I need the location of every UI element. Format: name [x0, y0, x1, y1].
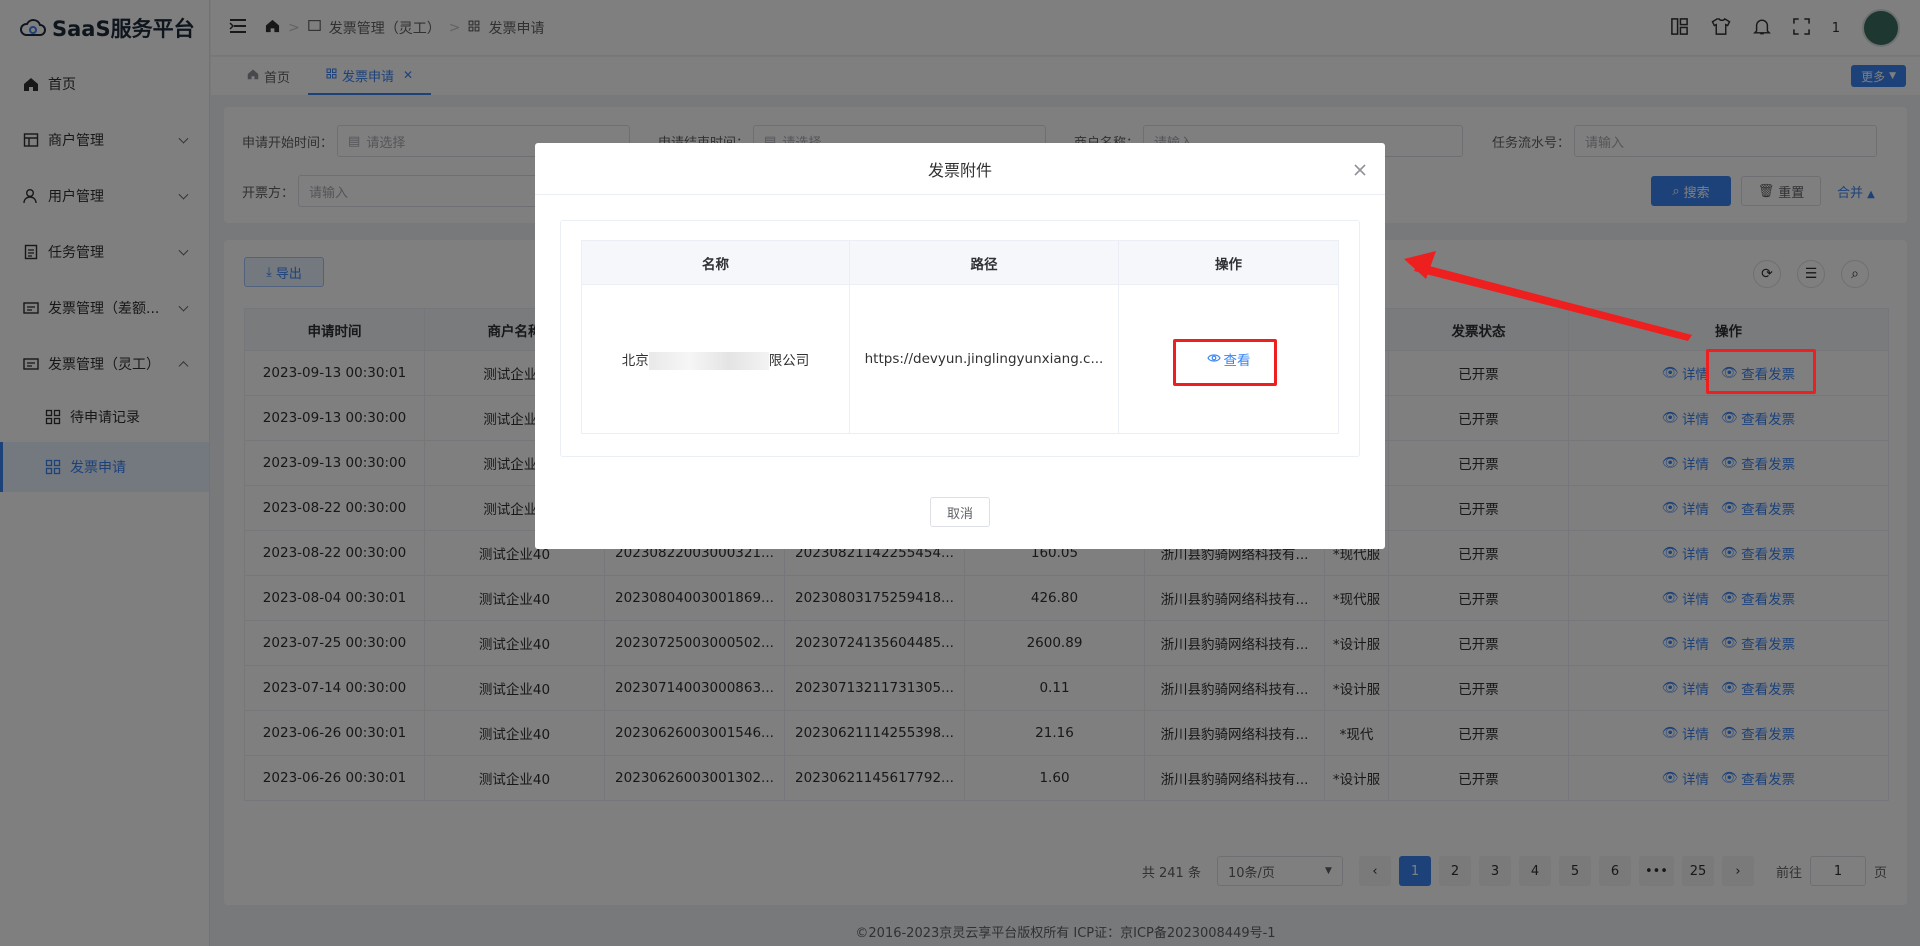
annotation-highlight-view-invoice	[1706, 349, 1816, 394]
col-action-header: 操作	[1118, 240, 1339, 285]
attachment-path: https://devyun.jinglingyunxiang.c...	[849, 284, 1119, 434]
attachment-table: 名称 路径 操作 北京 限公司 https://devyun.jinglingyu…	[581, 240, 1339, 434]
dialog-title: 发票附件	[535, 143, 1385, 195]
cancel-button[interactable]: 取消	[930, 497, 990, 527]
col-name-header: 名称	[581, 240, 850, 285]
annotation-arrow-icon	[1404, 251, 1692, 341]
cancel-label: 取消	[946, 506, 973, 522]
attachment-name-prefix: 北京	[621, 352, 649, 369]
attachment-name-suffix: 限公司	[768, 352, 810, 369]
close-icon[interactable]	[1353, 163, 1367, 177]
col-path-header: 路径	[849, 240, 1119, 285]
attachment-header-row: 名称 路径 操作	[581, 240, 1339, 285]
redacted-block	[648, 351, 769, 370]
attachment-name: 北京 限公司	[581, 284, 850, 434]
annotation-highlight-view	[1173, 339, 1277, 386]
